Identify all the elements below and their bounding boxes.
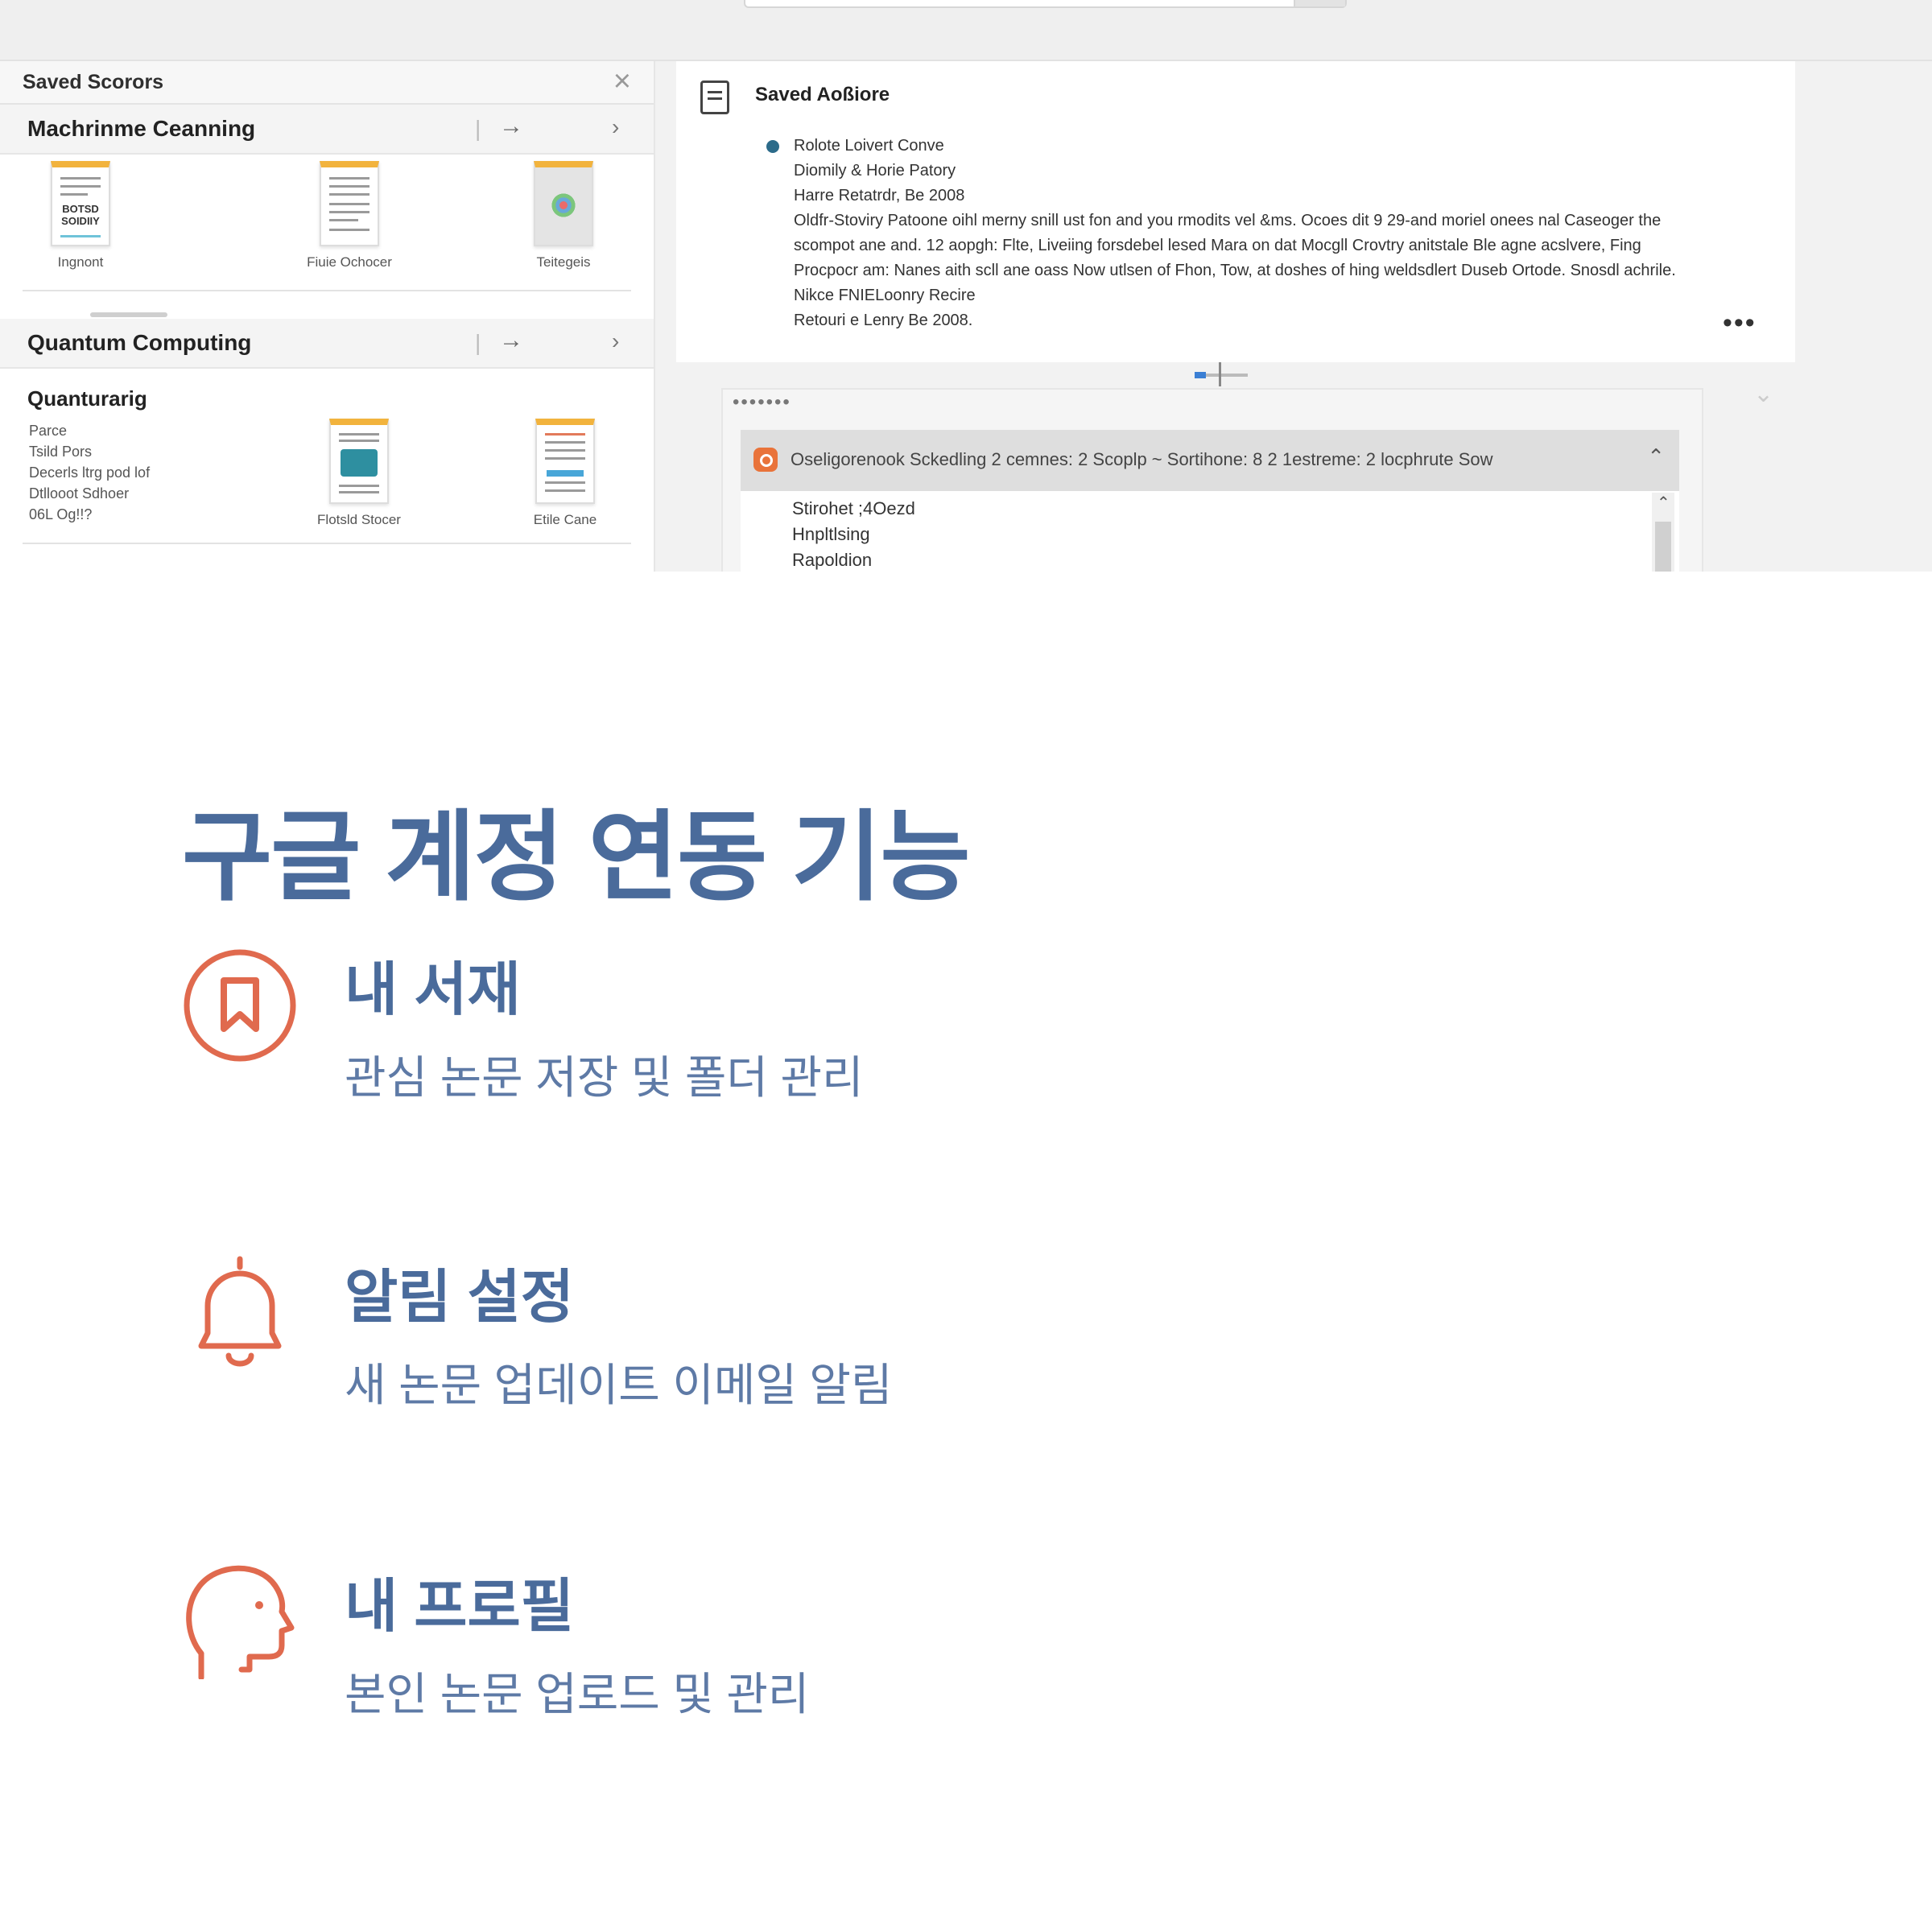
schedule-panel: ••••••• Oseligorenook Sckedling 2 cemnes… xyxy=(721,388,1703,572)
feature-title: 내 서재 xyxy=(345,958,521,1022)
feature-title: 알림 설정 xyxy=(345,1265,574,1330)
resize-handle[interactable] xyxy=(1195,362,1248,386)
saved-panel: Saved Scorors × Machrinme Ceanning | → ›… xyxy=(0,61,655,572)
chevron-down-icon[interactable]: ⌄ xyxy=(1753,380,1773,408)
more-options-icon[interactable]: ••• xyxy=(1723,308,1757,339)
chevron-up-icon[interactable]: ⌃ xyxy=(1647,444,1665,469)
feature-library: 내 서재 관심 논문 저장 및 폴더 관리 xyxy=(0,942,1932,1151)
chevron-right-icon[interactable]: › xyxy=(612,328,619,354)
arrow-right-icon[interactable]: → xyxy=(499,113,523,140)
article-details: Rolote Loivert Conve Diomily & Horie Pat… xyxy=(794,134,1760,333)
document-thumbnail xyxy=(534,161,593,246)
document-icon xyxy=(700,80,729,114)
detail-line: Procpocr am: Nanes aith scll ane oass No… xyxy=(794,262,1676,279)
detail-line: Retouri e Lenry Be 2008. xyxy=(794,312,973,329)
article-card[interactable]: Saved Aoßiore Rolote Loivert Conve Diomi… xyxy=(676,61,1795,362)
bookmark-icon xyxy=(182,942,299,1063)
desc-line: 06L Og!!? xyxy=(29,506,93,522)
desc-line: Dtllooot Sdhoer xyxy=(29,485,130,502)
doc-label: Etile Cane xyxy=(533,512,597,527)
feature-alerts: 알림 설정 새 논문 업데이트 이메일 알림 xyxy=(0,1249,1932,1459)
doc-label: Fiuie Ochocer xyxy=(307,254,392,270)
close-icon[interactable]: × xyxy=(613,66,631,97)
folder-title: Quantum Computing xyxy=(27,330,252,355)
schedule-list: Stirohet ;4Oezd Hnpltlsing Rapoldion ⌃ xyxy=(741,491,1679,572)
desc-line: Tsild Pors xyxy=(29,444,93,460)
card-title: Saved Aoßiore xyxy=(755,84,890,105)
folder-header-ml[interactable]: Machrinme Ceanning | → › xyxy=(0,105,654,155)
detail-line: Diomily & Horie Patory xyxy=(794,162,956,180)
chevron-right-icon[interactable]: › xyxy=(612,114,619,140)
detail-line: Rolote Loivert Conve xyxy=(794,137,944,155)
schedule-accordion[interactable]: Oseligorenook Sckedling 2 cemnes: 2 Scop… xyxy=(741,430,1679,493)
saved-doc[interactable]: Fiuie Ochocer xyxy=(301,161,398,270)
saved-doc[interactable]: BOTSD SOIDIIY Ingnont xyxy=(32,161,129,270)
document-thumbnail xyxy=(535,419,595,504)
saved-doc[interactable]: Flotsld Stocer xyxy=(311,419,407,528)
doc-label: Flotsld Stocer xyxy=(317,512,401,527)
saved-panel-header: Saved Scorors × xyxy=(0,61,654,105)
drag-handle-icon[interactable]: ••••••• xyxy=(733,391,791,414)
list-item[interactable]: Hnpltlsing xyxy=(792,522,915,547)
feature-description: 본인 논문 업로드 및 관리 xyxy=(345,1669,810,1719)
detail-line: Nikce FNIELoonry Recire xyxy=(794,287,976,304)
feature-description: 새 논문 업데이트 이메일 알림 xyxy=(345,1360,893,1410)
folder-description: Parce Tsild Pors Decerls ltrg pod lof Dt… xyxy=(29,420,150,525)
arrow-right-icon[interactable]: → xyxy=(499,327,523,354)
doc-label: Teitegeis xyxy=(536,254,591,270)
separator: | xyxy=(475,330,481,355)
cover-band xyxy=(547,470,584,477)
feature-profile: 내 프로필 본인 논문 업로드 및 관리 xyxy=(0,1558,1932,1768)
separator: | xyxy=(475,116,481,141)
graph-figure xyxy=(550,192,577,219)
document-thumbnail xyxy=(329,419,389,504)
folder-header-qc[interactable]: Quantum Computing | → › xyxy=(0,319,654,369)
scroll-handle[interactable] xyxy=(90,312,167,317)
detail-line: scompot ane and. 12 aopgh: Flte, Liveiin… xyxy=(794,237,1641,254)
doc-label: Ingnont xyxy=(57,254,104,270)
status-dot xyxy=(766,140,779,153)
profile-head-icon xyxy=(182,1558,299,1681)
saved-doc[interactable]: Etile Cane xyxy=(517,419,613,528)
chevron-up-icon[interactable]: ⌃ xyxy=(1657,493,1670,513)
feature-description: 관심 논문 저장 및 폴더 관리 xyxy=(345,1052,864,1103)
accordion-label: Oseligorenook Sckedling 2 cemnes: 2 Scop… xyxy=(791,449,1493,469)
folder-title: Machrinme Ceanning xyxy=(27,116,256,141)
cover-figure xyxy=(341,449,378,477)
divider xyxy=(23,543,631,544)
saved-panel-title: Saved Scorors xyxy=(23,71,164,93)
search-button[interactable] xyxy=(1294,0,1345,6)
document-thumbnail xyxy=(320,161,379,246)
list-item[interactable]: Stirohet ;4Oezd xyxy=(792,496,915,522)
desc-line: Parce xyxy=(29,423,68,439)
scrollbar[interactable]: ⌃ xyxy=(1652,493,1674,572)
gear-icon xyxy=(753,448,778,472)
feature-title: 내 프로필 xyxy=(345,1575,574,1639)
features-heading: 구글 계정 연동 기능 xyxy=(182,803,971,912)
detail-line: Harre Retatrdr, Be 2008 xyxy=(794,187,965,204)
saved-doc[interactable]: Teitegeis xyxy=(515,161,612,270)
desc-line: Decerls ltrg pod lof xyxy=(29,464,151,481)
search-input[interactable] xyxy=(744,0,1347,8)
cover-text: BOTSD SOIDIIY xyxy=(61,203,100,227)
bell-icon xyxy=(182,1249,299,1370)
folder-subheading: Quanturarig xyxy=(27,386,147,411)
app-screenshot: Saved Scorors × Machrinme Ceanning | → ›… xyxy=(0,0,1932,572)
scrollbar-thumb[interactable] xyxy=(1655,522,1671,572)
document-thumbnail: BOTSD SOIDIIY xyxy=(51,161,110,246)
list-item[interactable]: Rapoldion xyxy=(792,547,915,572)
top-toolbar xyxy=(0,0,1932,61)
divider xyxy=(23,290,631,291)
detail-line: Oldfr-Stoviry Patoone oihl merny snill u… xyxy=(794,212,1662,229)
